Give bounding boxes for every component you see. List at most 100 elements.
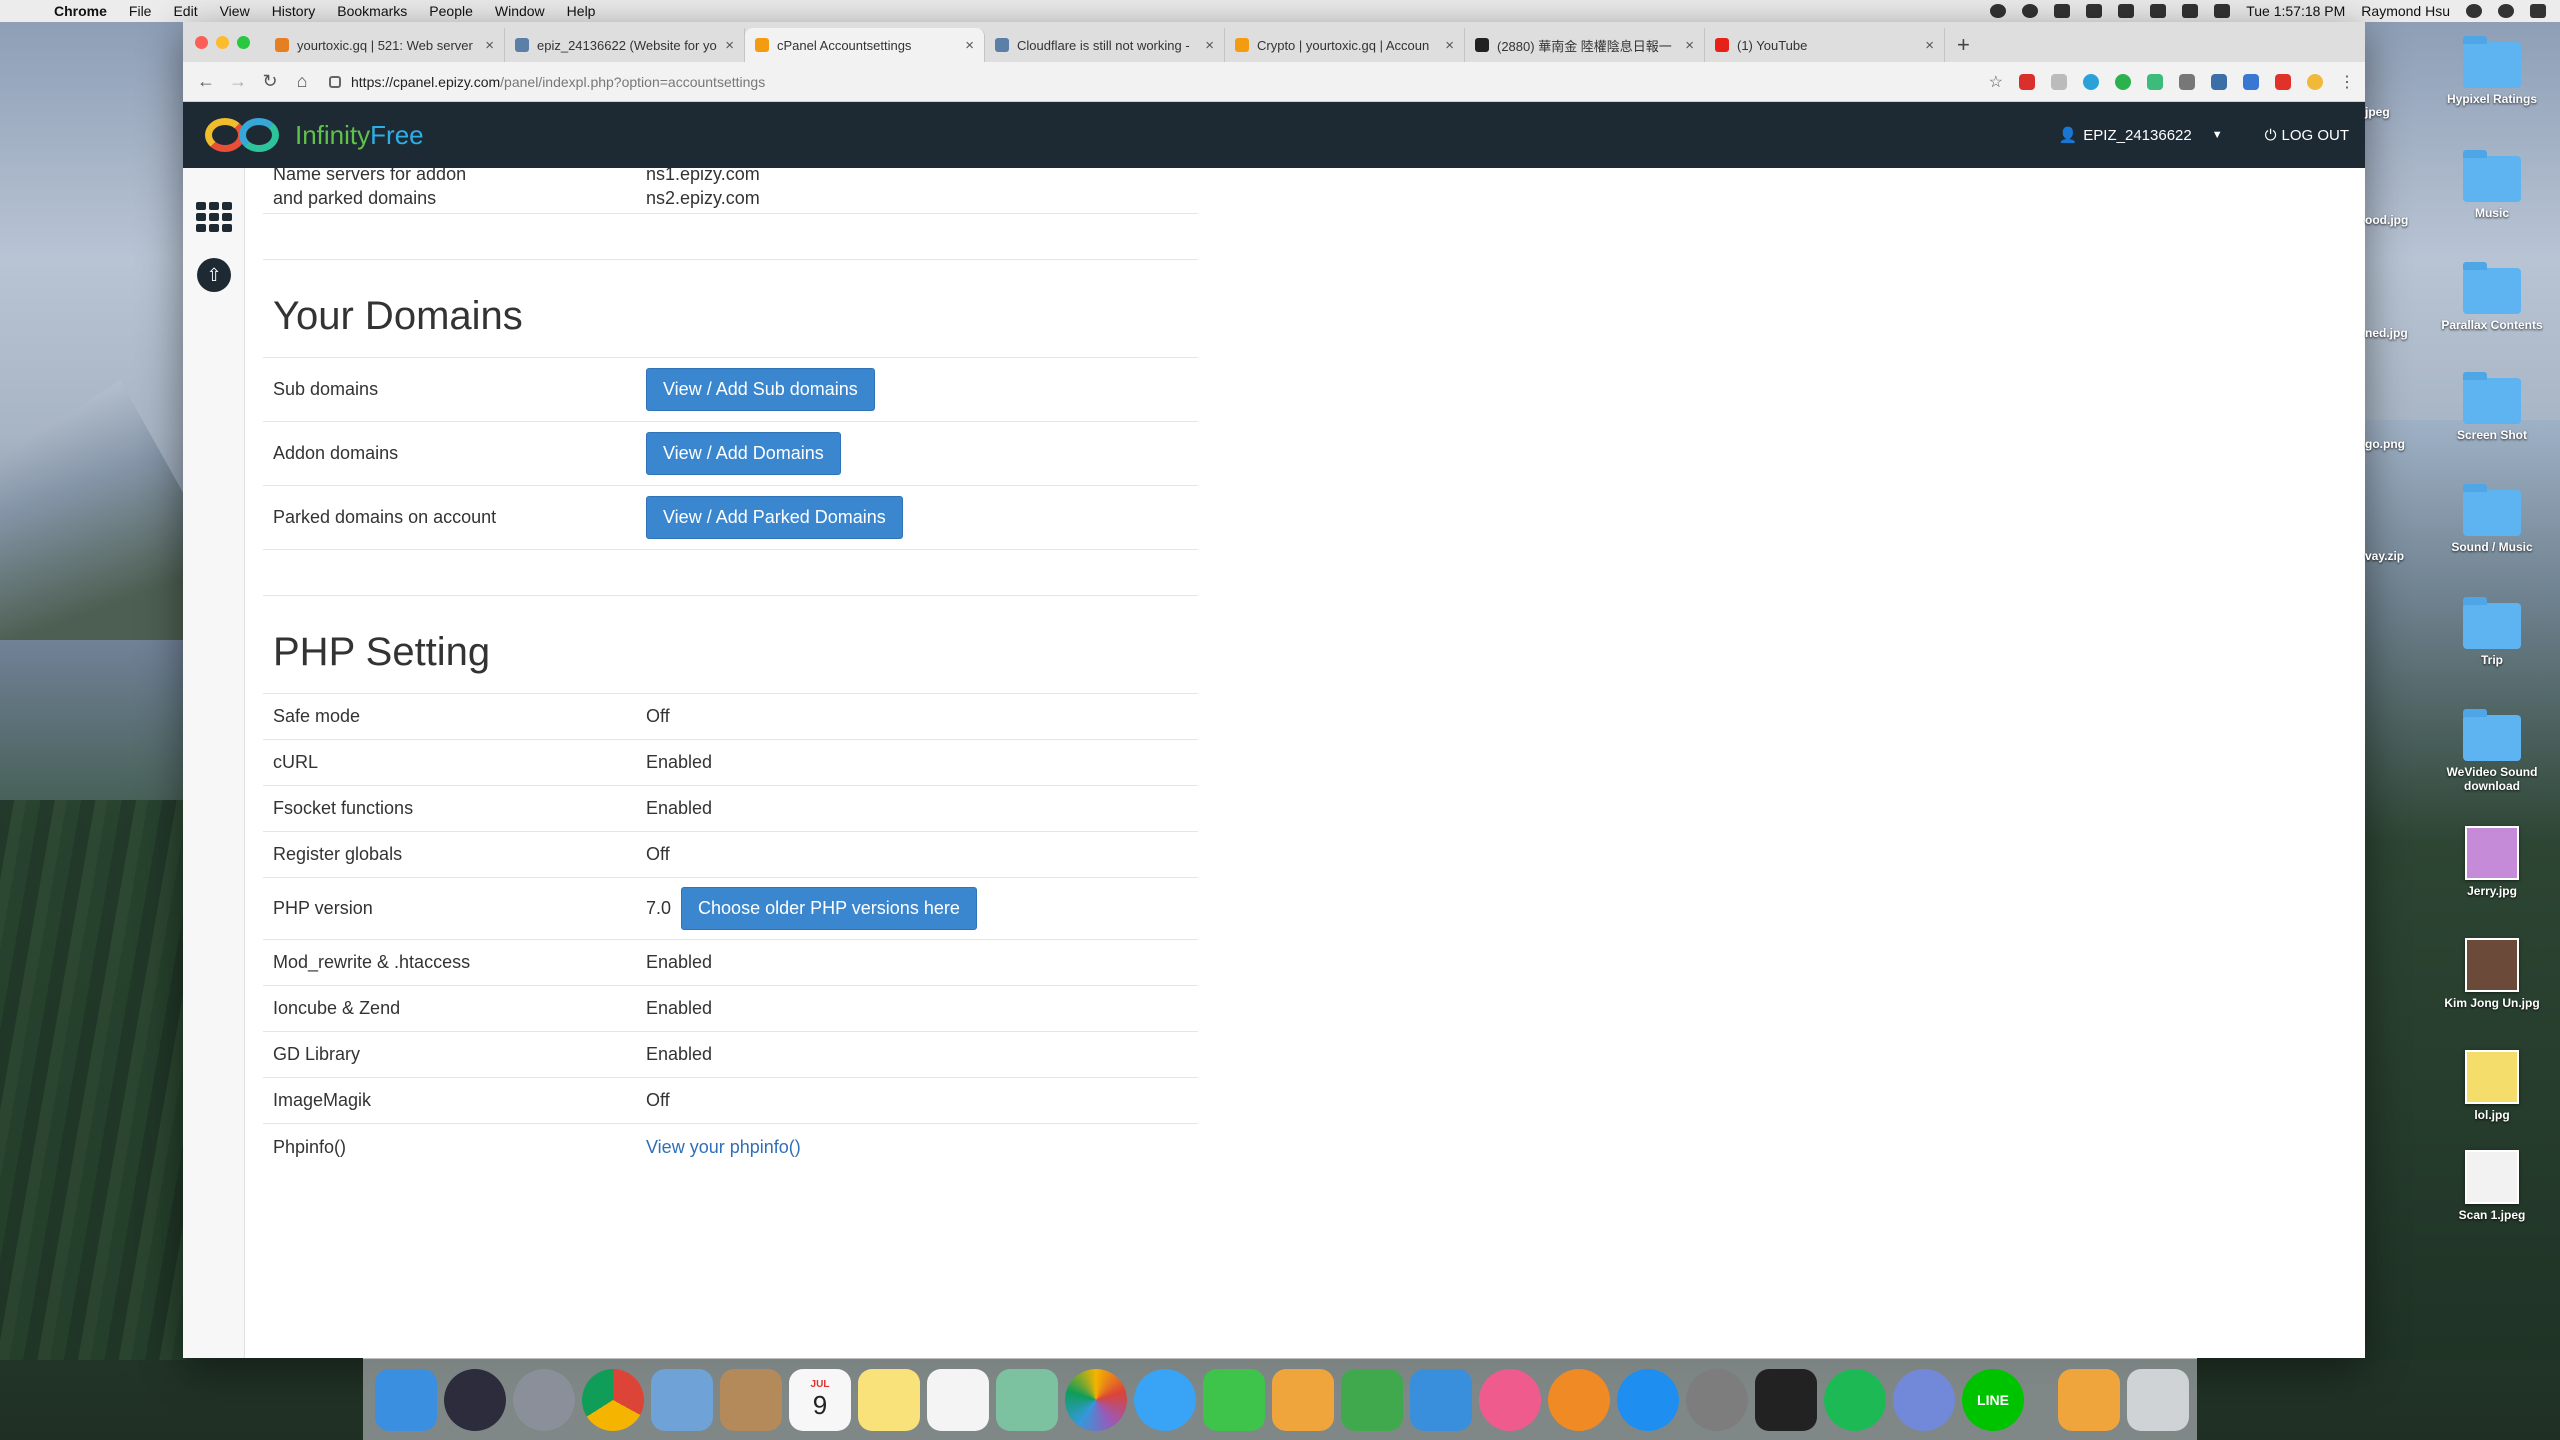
adblock-extension-icon[interactable] — [2019, 73, 2035, 90]
reload-icon[interactable]: ↻ — [257, 71, 283, 92]
dock-spotify-icon[interactable] — [1824, 1368, 1886, 1431]
dock-itunes-icon[interactable] — [1479, 1368, 1541, 1431]
tab-close-icon[interactable]: × — [725, 37, 734, 54]
zoom-window-button[interactable] — [237, 36, 250, 49]
new-tab-button[interactable]: + — [1957, 28, 1970, 62]
tab-close-icon[interactable]: × — [1445, 37, 1454, 54]
dock-contacts-icon[interactable] — [720, 1368, 782, 1431]
profile-avatar[interactable] — [2307, 73, 2323, 90]
extension-icon[interactable] — [2275, 73, 2291, 90]
desktop-folder-sound[interactable]: Sound / Music — [2432, 484, 2552, 554]
dock-app-store-icon[interactable] — [1617, 1368, 1679, 1431]
home-icon[interactable]: ⌂ — [289, 71, 315, 92]
menu-app-name[interactable]: Chrome — [54, 3, 107, 19]
tab-cloudflare[interactable]: Cloudflare is still not working - × — [985, 28, 1225, 62]
translate-extension-icon[interactable] — [2051, 73, 2067, 90]
tab-close-icon[interactable]: × — [965, 37, 974, 54]
wifi-icon[interactable] — [2118, 4, 2135, 18]
dock-discord-icon[interactable] — [1893, 1368, 1955, 1431]
apps-grid-icon[interactable] — [196, 202, 232, 232]
dock-photos-icon[interactable] — [1065, 1368, 1127, 1431]
dock-pages-icon[interactable] — [1272, 1368, 1334, 1431]
back-arrow-icon[interactable]: ← — [193, 71, 219, 92]
dock-calendar-icon[interactable]: JUL 9 — [789, 1368, 851, 1431]
tab-news[interactable]: (2880) 華南金 陸權陰息日報一 × — [1465, 28, 1705, 62]
desktop-file-lol[interactable]: lol.jpg — [2432, 1050, 2552, 1122]
dock-numbers-icon[interactable] — [1341, 1368, 1403, 1431]
menu-people[interactable]: People — [429, 3, 473, 19]
vpn-extension-icon[interactable] — [2147, 73, 2163, 90]
dock-trash-icon[interactable] — [2127, 1368, 2189, 1431]
dock-system-preferences-icon[interactable] — [1686, 1368, 1748, 1431]
menu-bookmarks[interactable]: Bookmarks — [337, 3, 407, 19]
tab-youtube[interactable]: (1) YouTube × — [1705, 28, 1945, 62]
line-status-icon[interactable] — [2022, 4, 2039, 18]
menu-user-name[interactable]: Raymond Hsu — [2361, 3, 2450, 19]
chrome-menu-icon[interactable]: ⋮ — [2339, 72, 2355, 92]
tab-cpanel-active[interactable]: cPanel Accountsettings × — [745, 28, 985, 62]
extension-icon[interactable] — [2211, 73, 2227, 90]
dock-launchpad-icon[interactable] — [513, 1368, 575, 1431]
upload-icon[interactable]: ⇧ — [197, 258, 231, 292]
menu-view[interactable]: View — [220, 3, 250, 19]
view-add-parked-domains-button[interactable]: View / Add Parked Domains — [646, 496, 903, 539]
dock-activity-monitor-icon[interactable] — [1755, 1368, 1817, 1431]
desktop-file-partial[interactable]: jpeg — [2365, 105, 2395, 119]
forward-arrow-icon[interactable]: → — [225, 71, 251, 92]
view-add-domains-button[interactable]: View / Add Domains — [646, 432, 841, 475]
menu-help[interactable]: Help — [567, 3, 596, 19]
dock-preview-icon[interactable] — [651, 1368, 713, 1431]
desktop-folder-trip[interactable]: Trip — [2432, 597, 2552, 667]
dock-reminders-icon[interactable] — [927, 1368, 989, 1431]
airplay-icon[interactable] — [2086, 4, 2103, 18]
close-window-button[interactable] — [195, 36, 208, 49]
bookmark-star-icon[interactable]: ☆ — [1989, 72, 2003, 92]
dock-siri-icon[interactable] — [444, 1368, 506, 1431]
desktop-folder-hypixel[interactable]: Hypixel Ratings — [2432, 36, 2552, 106]
desktop-folder-parallax[interactable]: Parallax Contents — [2432, 262, 2552, 332]
dock-notes-icon[interactable] — [858, 1368, 920, 1431]
infinityfree-logo-icon[interactable] — [201, 115, 285, 155]
tab-close-icon[interactable]: × — [1205, 37, 1214, 54]
tab-yourtoxic[interactable]: yourtoxic.gq | 521: Web server × — [265, 28, 505, 62]
user-dropdown[interactable]: 👤 EPIZ_24136622 ▼ — [2059, 126, 2223, 145]
dock-messages-icon[interactable] — [1134, 1368, 1196, 1431]
url-input[interactable]: https://cpanel.epizy.com/panel/indexpl.p… — [329, 68, 1969, 96]
choose-older-php-button[interactable]: Choose older PHP versions here — [681, 887, 977, 930]
eject-icon[interactable] — [2150, 4, 2167, 18]
desktop-file-jerry[interactable]: Jerry.jpg — [2432, 826, 2552, 898]
view-phpinfo-link[interactable]: View your phpinfo() — [646, 1137, 801, 1158]
desktop-folder-wevideo[interactable]: WeVideo Sound download — [2432, 709, 2552, 793]
dock-finder-icon[interactable] — [375, 1368, 437, 1431]
dock-keynote-icon[interactable] — [1410, 1368, 1472, 1431]
volume-icon[interactable] — [2182, 4, 2199, 18]
bluetooth-icon[interactable] — [2054, 4, 2071, 18]
extension-icon[interactable] — [2115, 73, 2131, 90]
menu-file[interactable]: File — [129, 3, 152, 19]
tab-close-icon[interactable]: × — [1685, 37, 1694, 54]
dock-maps-icon[interactable] — [996, 1368, 1058, 1431]
notification-center-icon[interactable] — [2530, 4, 2546, 18]
desktop-file-partial[interactable]: ood.jpg — [2365, 213, 2408, 227]
desktop-folder-music[interactable]: Music — [2432, 150, 2552, 220]
us-flag-input-icon[interactable] — [2214, 4, 2231, 18]
dock-facetime-icon[interactable] — [1203, 1368, 1265, 1431]
status-app-icon[interactable] — [1990, 4, 2007, 18]
tab-close-icon[interactable]: × — [1925, 37, 1934, 54]
extension-icon[interactable] — [2179, 73, 2195, 90]
extension-icon[interactable] — [2243, 73, 2259, 90]
lock-icon[interactable] — [329, 75, 341, 88]
desktop-file-kim[interactable]: Kim Jong Un.jpg — [2432, 938, 2552, 1010]
view-add-subdomains-button[interactable]: View / Add Sub domains — [646, 368, 875, 411]
logout-button[interactable]: ⏻ LOG OUT — [2265, 127, 2349, 144]
menu-history[interactable]: History — [272, 3, 316, 19]
desktop-file-partial[interactable]: ned.jpg — [2365, 326, 2408, 340]
tab-epiz[interactable]: epiz_24136622 (Website for yo × — [505, 28, 745, 62]
desktop-file-scan[interactable]: Scan 1.jpeg — [2432, 1150, 2552, 1222]
desktop-file-partial[interactable]: vay.zip — [2365, 549, 2404, 563]
dock-chrome-icon[interactable] — [582, 1368, 644, 1431]
tab-crypto[interactable]: Crypto | yourtoxic.gq | Accoun × — [1225, 28, 1465, 62]
dock-zip-file-icon[interactable] — [2058, 1368, 2120, 1431]
desktop-file-partial[interactable]: go.png — [2365, 437, 2405, 451]
tab-close-icon[interactable]: × — [485, 37, 494, 54]
